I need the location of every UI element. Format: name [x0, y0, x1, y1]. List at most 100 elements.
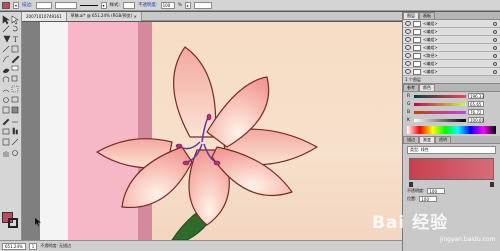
lasso-icon [12, 25, 18, 32]
lily-illustration [35, 46, 318, 240]
g-slider[interactable] [414, 102, 466, 106]
symbol-sprayer-icon [2, 128, 10, 135]
tab-artboards[interactable]: 画板 [419, 12, 435, 19]
gradient-opacity-row: 不透明度: 100 [403, 187, 500, 195]
shape-builder-icon [3, 97, 9, 103]
layer-row[interactable]: <路径> [403, 52, 500, 60]
close-icon[interactable]: ✕ [133, 14, 136, 19]
target-icon[interactable] [493, 37, 497, 42]
status-bar: 651.24% 1 不透明度: 无描边 [0, 240, 402, 251]
gradient-panel-tabs: 描边 渐变 透明 [403, 136, 500, 144]
tab-color-guide[interactable]: 参考 [403, 84, 419, 91]
opacity-arrow[interactable]: ▸ [184, 1, 191, 9]
target-icon[interactable] [493, 21, 497, 26]
layer-thumbnail [413, 36, 421, 43]
visibility-icon[interactable] [405, 53, 411, 58]
tab-color[interactable]: 颜色 [419, 84, 435, 91]
brush-dropdown[interactable]: ▾ [100, 1, 107, 9]
visibility-icon[interactable] [405, 21, 411, 26]
paintbrush-icon [2, 55, 10, 63]
variable-width-dropdown[interactable] [54, 1, 77, 9]
visibility-icon[interactable] [405, 69, 411, 74]
channel-b-row: B 76.72 [403, 108, 500, 116]
pen-tool-icon [3, 35, 11, 43]
gradient-stop-right[interactable] [490, 182, 494, 187]
tab-stroke[interactable]: 描边 [403, 136, 419, 143]
visibility-icon[interactable] [405, 45, 411, 50]
target-icon[interactable] [493, 45, 497, 50]
artboard-tool-icon [2, 138, 10, 146]
target-icon[interactable] [493, 29, 497, 34]
style-dropdown[interactable] [123, 1, 136, 9]
b-input[interactable]: 76.72 [468, 109, 484, 115]
perspective-grid-icon [11, 96, 19, 103]
layer-row[interactable]: <编组> [403, 44, 500, 52]
layer-row[interactable]: <编组> [403, 28, 500, 36]
petal-top [173, 46, 217, 138]
layer-row[interactable]: <编组> [403, 68, 500, 76]
column-graph-icon [12, 127, 15, 135]
fill-swatch[interactable] [2, 1, 10, 9]
fill-dropdown[interactable]: ▾ [13, 1, 19, 9]
artwork-canvas[interactable] [22, 22, 402, 240]
target-icon[interactable] [493, 61, 497, 66]
layer-row[interactable]: <编组> [403, 60, 500, 68]
illustrator-window: ▾ 描边: ▾ 样式: 不透明度: 100 % ▸ T 200710107491… [0, 0, 500, 251]
layer-row[interactable]: <编组> [403, 20, 500, 28]
target-icon[interactable] [493, 53, 497, 58]
selection-tool-icon [2, 15, 10, 25]
document-tab-bar: 20071010749161 草稿.ai* @ 651.24% (RGB/预览)… [22, 11, 402, 21]
anther-3 [213, 160, 221, 166]
k-slider[interactable] [414, 118, 466, 122]
eyedropper-icon [2, 118, 10, 126]
scale-tool-icon [11, 75, 18, 82]
gradient-slider[interactable] [409, 158, 494, 180]
tab-gradient[interactable]: 渐变 [419, 136, 435, 143]
target-icon[interactable] [493, 69, 497, 74]
gradient-stop-left[interactable] [409, 182, 413, 187]
layers-panel-tabs: 图层 画板 [403, 12, 500, 20]
layer-thumbnail [413, 20, 421, 27]
artboard-nav[interactable]: 1 [28, 242, 38, 250]
stroke-weight-dropdown[interactable] [35, 1, 52, 9]
gradient-opacity-input[interactable]: 100 [427, 188, 446, 194]
anther-2 [182, 160, 190, 166]
document-tab-active[interactable]: 草稿.ai* @ 651.24% (RGB/预览) ✕ [66, 11, 142, 21]
column-graph-icon-2 [15, 129, 18, 135]
zoom-field[interactable]: 651.24% [2, 242, 26, 250]
visibility-icon[interactable] [405, 61, 411, 66]
rectangle-tool-icon [11, 45, 19, 53]
visibility-icon[interactable] [405, 37, 411, 42]
g-input[interactable]: 65.65 [468, 101, 484, 107]
color-spectrum[interactable] [407, 126, 496, 134]
layer-row[interactable]: <编组> [403, 36, 500, 44]
style-label: 样式: [109, 3, 121, 8]
align-dropdown[interactable] [193, 1, 212, 9]
opacity-label[interactable]: 不透明度: [138, 2, 158, 8]
control-bar: ▾ 描边: ▾ 样式: 不透明度: 100 % ▸ [0, 0, 500, 11]
slice-tool-icon [11, 138, 19, 146]
anther-4 [206, 113, 212, 121]
b-slider[interactable] [414, 110, 466, 114]
k-input[interactable]: 100.00 [468, 117, 484, 123]
gradient-type-dropdown[interactable]: 类型: 线性 [407, 146, 496, 154]
layer-thumbnail [413, 60, 421, 67]
tab-transparency[interactable]: 透明 [435, 136, 451, 143]
visibility-icon[interactable] [405, 29, 411, 34]
stroke-color-box[interactable] [8, 218, 18, 228]
anther-1 [175, 143, 183, 149]
opacity-input[interactable]: 100 [160, 1, 175, 9]
line-tool-icon [2, 45, 10, 53]
brush-stroke-preview[interactable] [79, 4, 98, 6]
gradient-location-input[interactable]: 100 [419, 196, 438, 202]
free-transform-icon [11, 85, 19, 93]
layer-thumbnail [413, 44, 421, 51]
status-info: 不透明度: 无描边 [40, 243, 71, 248]
document-tab[interactable]: 20071010749161 [22, 11, 67, 21]
stroke-label[interactable]: 描边: [22, 2, 33, 8]
tab-layers[interactable]: 图层 [403, 12, 419, 19]
r-input[interactable]: 196.33 [468, 93, 484, 99]
r-slider[interactable] [414, 94, 466, 98]
mesh-tool-icon [2, 106, 10, 114]
type-tool-icon: T [13, 36, 18, 44]
